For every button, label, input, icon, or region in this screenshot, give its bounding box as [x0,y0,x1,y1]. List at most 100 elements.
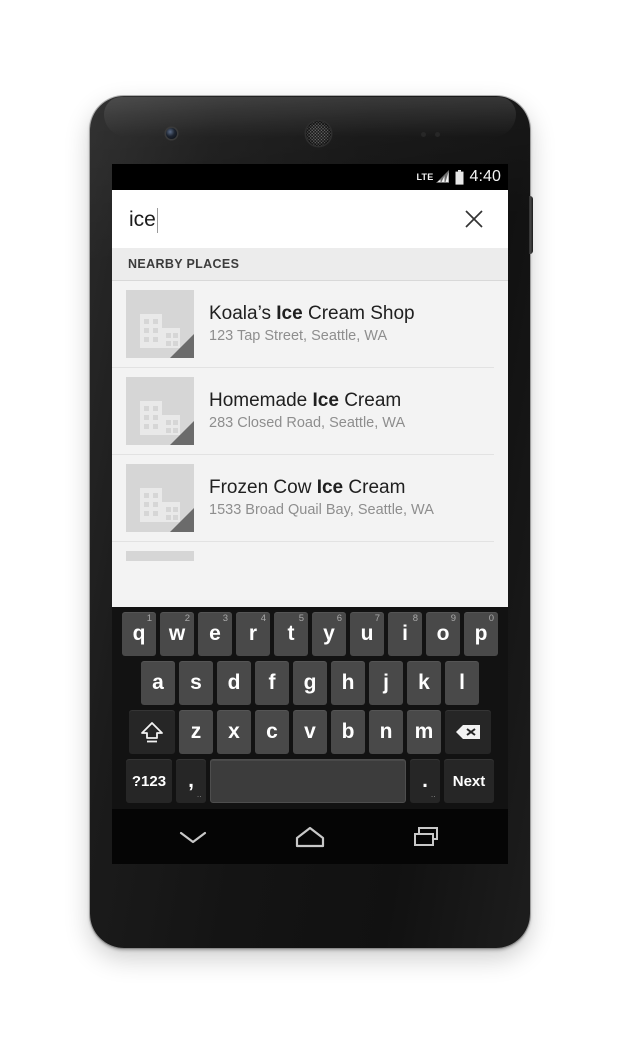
key-m[interactable]: m [407,710,441,754]
key-label: Next [452,772,486,790]
key-label: a [152,671,164,694]
keyboard-row-2: a s d f g h j k l [115,661,505,705]
proximity-sensor-icon [421,132,426,137]
key-i[interactable]: 8i [388,612,422,656]
key-hint: 0 [488,613,494,624]
key-label: g [303,671,317,694]
key-d[interactable]: d [217,661,251,705]
key-label: k [418,671,430,694]
list-item-text: Koala’s Ice Cream Shop 123 Tap Street, S… [194,302,415,347]
keyboard-row-3: z x c v b n m [115,710,505,754]
key-hint: 9 [450,613,456,624]
key-n[interactable]: n [369,710,403,754]
key-a[interactable]: a [141,661,175,705]
key-hint: 7 [374,613,380,624]
text-cursor [156,207,159,233]
key-u[interactable]: 7u [350,612,384,656]
title-match: Ice [276,302,303,324]
title-prefix: Frozen Cow [209,476,317,498]
building-placeholder-icon [126,551,194,561]
list-item-subtitle: 1533 Broad Quail Bay, Seattle, WA [209,501,434,518]
home-icon[interactable] [280,817,340,857]
key-o[interactable]: 9o [426,612,460,656]
list-item-subtitle: 123 Tap Street, Seattle, WA [209,327,388,344]
key-hint: 3 [222,613,228,624]
navigation-bar [112,809,508,864]
key-r[interactable]: 4r [236,612,270,656]
nearby-places-list: Koala’s Ice Cream Shop 123 Tap Street, S… [112,281,508,561]
key-label: , [188,769,194,792]
onscreen-keyboard: 1q 2w 3e 4r 5t 6y 7u 8i 9o 0p a s d f g … [112,607,508,809]
building-placeholder-icon [126,377,194,445]
key-label: p [474,622,488,645]
key-label: r [248,622,258,645]
list-item[interactable]: Homemade Ice Cream 283 Closed Road, Seat… [112,368,494,455]
title-suffix: Cream [338,389,402,411]
recents-icon[interactable] [397,817,457,857]
key-label: ?123 [131,772,167,790]
status-bar: LTE 4:40 [112,164,508,190]
next-action-key[interactable]: Next [444,759,494,803]
list-item[interactable]: Frozen Cow Ice Cream 1533 Broad Quail Ba… [112,455,494,542]
power-button[interactable] [529,196,533,254]
key-e[interactable]: 3e [198,612,232,656]
symbols-key[interactable]: ?123 [126,759,172,803]
key-label: x [228,720,240,743]
key-h[interactable]: h [331,661,365,705]
phone-device: LTE 4:40 ice NEARBY PLACES Koala’s Ice C… [90,96,533,948]
list-item-partial[interactable] [112,542,494,561]
key-f[interactable]: f [255,661,289,705]
title-match: Ice [312,389,339,411]
key-label: b [341,720,355,743]
key-label: d [227,671,241,694]
list-item-title: Frozen Cow Ice Cream [209,476,434,500]
key-j[interactable]: j [369,661,403,705]
key-hint: 5 [298,613,304,624]
earpiece-speaker-icon [306,121,331,146]
section-header-label: NEARBY PLACES [128,257,240,271]
key-k[interactable]: k [407,661,441,705]
title-match: Ice [316,476,344,498]
list-item-title: Homemade Ice Cream [209,389,405,413]
key-label: e [209,622,221,645]
key-hint: 8 [412,613,418,624]
chevron-down-icon[interactable] [163,817,223,857]
network-type-label: LTE [416,172,434,182]
key-z[interactable]: z [179,710,213,754]
key-t[interactable]: 5t [274,612,308,656]
key-label: m [414,720,434,743]
key-x[interactable]: x [217,710,251,754]
key-y[interactable]: 6y [312,612,346,656]
key-b[interactable]: b [331,710,365,754]
key-label: n [379,720,393,743]
long-press-hint: ‥ [430,792,436,799]
key-p[interactable]: 0p [464,612,498,656]
backspace-icon[interactable] [445,710,491,754]
key-label: f [268,671,276,694]
key-q[interactable]: 1q [122,612,156,656]
key-w[interactable]: 2w [160,612,194,656]
phone-screen: LTE 4:40 ice NEARBY PLACES Koala’s Ice C… [112,164,508,864]
key-label: h [341,671,355,694]
space-key[interactable] [210,759,406,803]
key-hint: 1 [146,613,152,624]
status-bar-clock: 4:40 [469,168,501,185]
search-bar: ice [112,190,508,248]
key-g[interactable]: g [293,661,327,705]
key-c[interactable]: c [255,710,289,754]
search-input[interactable]: ice [129,190,461,248]
key-label: w [168,622,186,645]
key-l[interactable]: l [445,661,479,705]
close-x-icon[interactable] [461,206,487,232]
list-item[interactable]: Koala’s Ice Cream Shop 123 Tap Street, S… [112,281,494,368]
key-label: u [360,622,374,645]
key-label: z [190,720,202,743]
shift-arrow-icon[interactable] [129,710,175,754]
key-label: l [459,671,465,694]
key-v[interactable]: v [293,710,327,754]
key-s[interactable]: s [179,661,213,705]
comma-key[interactable]: , ‥ [176,759,206,803]
front-camera-icon [166,128,177,139]
period-key[interactable]: . ‥ [410,759,440,803]
keyboard-row-1: 1q 2w 3e 4r 5t 6y 7u 8i 9o 0p [115,612,505,656]
